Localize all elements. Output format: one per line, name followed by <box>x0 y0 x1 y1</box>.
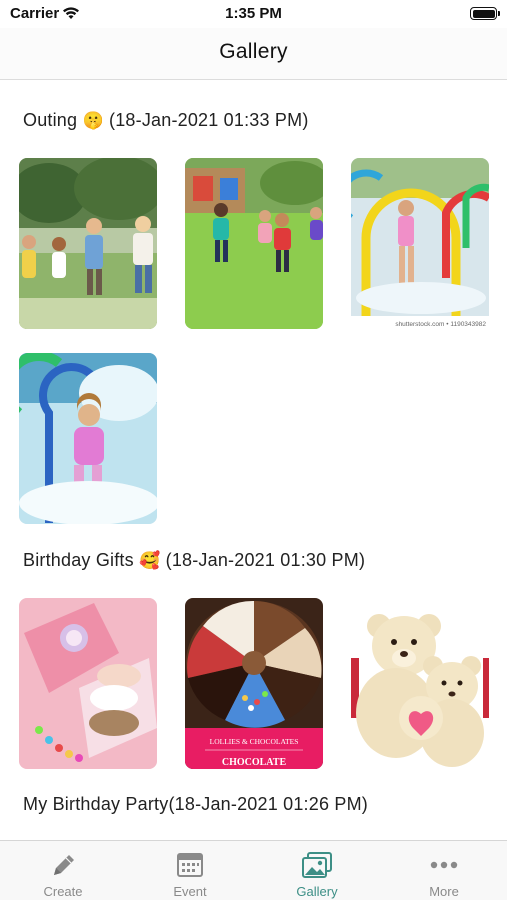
tab-label: Event <box>173 884 207 899</box>
section-timestamp: (18-Jan-2021 01:33 PM) <box>109 110 309 130</box>
tab-label: Gallery <box>296 884 338 899</box>
gallery-icon <box>302 852 332 878</box>
photo-kids-playground[interactable] <box>185 158 323 329</box>
section-timestamp: (18-Jan-2021 01:26 PM) <box>168 794 368 814</box>
photo-girl-water-arches[interactable]: shutterstock.com • 1190343982 <box>351 158 489 329</box>
tab-bar: Create Event Gallery More <box>0 840 507 900</box>
section-timestamp: (18-Jan-2021 01:30 PM) <box>165 550 366 570</box>
page-title: Gallery <box>219 40 288 63</box>
tab-label: Create <box>43 884 83 899</box>
tab-gallery[interactable]: Gallery <box>254 841 380 900</box>
calendar-icon <box>177 853 203 877</box>
section-emoji: 🤫 <box>82 111 104 130</box>
photo-pink-gift-box[interactable] <box>19 598 157 769</box>
section-emoji: 🥰 <box>139 551 161 570</box>
chocolate-box-line-1: LOLLIES & CHOCOLATES <box>210 737 299 746</box>
photo-chocolate-platter[interactable]: LOLLIES & CHOCOLATES CHOCOLATE <box>185 598 323 769</box>
pencil-icon <box>54 855 74 875</box>
navigation-bar: Gallery <box>0 28 507 80</box>
section-title-my-birthday-party: My Birthday Party(18-Jan-2021 01:26 PM) <box>23 794 368 815</box>
section-name: My Birthday Party <box>23 794 169 814</box>
battery-icon <box>470 7 500 20</box>
more-dots-icon <box>430 861 458 869</box>
chocolate-box-line-2: CHOCOLATE <box>222 757 287 768</box>
section-name: Birthday Gifts <box>23 550 134 570</box>
tab-label: More <box>429 884 459 899</box>
tab-event[interactable]: Event <box>127 841 253 900</box>
section-title-birthday-gifts: Birthday Gifts 🥰 (18-Jan-2021 01:30 PM) <box>23 550 365 571</box>
photo-watermark: shutterstock.com • 1190343982 <box>395 321 486 328</box>
section-name: Outing <box>23 110 78 130</box>
photo-kids-running[interactable] <box>19 158 157 329</box>
tab-create[interactable]: Create <box>0 841 126 900</box>
tab-more[interactable]: More <box>381 841 507 900</box>
photo-teddy-bears[interactable] <box>351 598 489 769</box>
photo-girl-water-splash[interactable] <box>19 353 157 524</box>
section-title-outing: Outing 🤫 (18-Jan-2021 01:33 PM) <box>23 110 309 131</box>
gallery-list[interactable]: Outing 🤫 (18-Jan-2021 01:33 PM) shutters… <box>0 80 507 840</box>
clock: 1:35 PM <box>225 5 282 22</box>
status-bar: Carrier 1:35 PM <box>0 0 507 28</box>
